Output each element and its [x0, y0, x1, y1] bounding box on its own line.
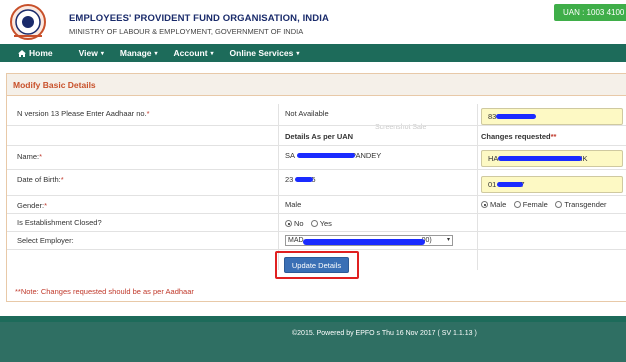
radio-selected-icon	[481, 201, 488, 208]
current-details-header: Details As per UAN	[285, 132, 354, 141]
panel-title: Modify Basic Details	[7, 74, 626, 96]
establishment-option-label: Yes	[319, 219, 332, 228]
home-icon	[18, 49, 26, 57]
update-details-button[interactable]: Update Details	[284, 257, 349, 273]
required-star: *	[39, 152, 43, 161]
nav-account-label: Account	[173, 48, 208, 58]
aadhaar-label: N version 13 Please Enter Aadhaar no.*	[17, 109, 150, 118]
dob-label: Date of Birth:*	[17, 175, 64, 184]
column-header-row: Details As per UAN Changes requested**	[7, 126, 626, 146]
radio-icon	[310, 220, 318, 227]
dob-input[interactable]: 017	[481, 176, 623, 193]
name-label: Name:*	[17, 152, 42, 161]
name-input[interactable]: HA IK	[481, 150, 623, 167]
redaction-mark	[303, 239, 425, 245]
redaction-mark	[498, 156, 582, 161]
update-highlight-box: Update Details	[275, 251, 359, 279]
radio-icon	[555, 201, 563, 208]
aadhaar-input[interactable]: 83	[481, 108, 623, 125]
dob-label-text: Date of Birth:	[17, 175, 61, 184]
gender-option-label: Female	[522, 200, 548, 209]
aadhaar-current: Not Available	[285, 109, 329, 118]
redaction-mark	[297, 153, 355, 158]
radio-icon	[513, 201, 521, 208]
redaction-mark	[497, 182, 523, 187]
chevron-down-icon: ▾	[296, 50, 300, 57]
name-input-start: HA	[488, 154, 499, 163]
establishment-row: Is Establishment Closed? No Yes	[7, 214, 626, 232]
radio-selected-icon	[285, 220, 292, 227]
gender-radio-female[interactable]: Female	[513, 200, 548, 209]
nav-view-label: View	[78, 48, 98, 58]
footer-text: ©2015. Powered by EPFO s Thu 16 Nov 2017…	[292, 330, 477, 337]
employer-select-start: MAD	[288, 237, 304, 244]
nav-online-services[interactable]: Online Services ▾	[230, 48, 300, 58]
establishment-options: No Yes	[285, 219, 337, 229]
establishment-label: Is Establishment Closed?	[17, 218, 102, 227]
name-current-end: PANDEY	[351, 151, 382, 160]
gender-options: Male Female Transgender	[481, 200, 612, 210]
nav-account[interactable]: Account ▾	[174, 48, 214, 58]
name-row: Name:* SA PANDEY HA IK	[7, 146, 626, 170]
changes-requested-text: Changes requested	[481, 132, 551, 141]
gender-radio-transgender[interactable]: Transgender	[555, 200, 607, 209]
gender-label: Gender:*	[17, 201, 47, 210]
required-star: *	[44, 201, 48, 210]
site-footer: ©2015. Powered by EPFO s Thu 16 Nov 2017…	[0, 322, 626, 362]
org-name: EMPLOYEES' PROVIDENT FUND ORGANISATION, …	[69, 13, 329, 24]
aadhaar-label-text: N version 13 Please Enter Aadhaar no.	[17, 109, 147, 118]
changes-requested-header: Changes requested**	[481, 132, 556, 141]
gender-current: Male	[285, 200, 302, 209]
main-nav: Home View ▾ Manage ▾ Account ▾ Online Servi…	[0, 44, 626, 62]
nav-view[interactable]: View ▾	[79, 48, 104, 58]
nav-online-services-label: Online Services	[229, 48, 294, 58]
ministry-name: MINISTRY OF LABOUR & EMPLOYMENT, GOVERNM…	[69, 27, 304, 36]
gender-row: Gender:* Male Male Female Transgender	[7, 196, 626, 214]
gender-option-label: Male	[490, 200, 507, 209]
name-label-text: Name:	[17, 152, 40, 161]
chevron-down-icon: ▾	[154, 50, 158, 57]
required-star: *	[60, 175, 64, 184]
required-star: **	[550, 132, 557, 141]
establishment-radio-yes[interactable]: Yes	[310, 219, 332, 228]
dob-input-start: 01	[488, 180, 497, 189]
nav-home[interactable]: Home	[18, 48, 53, 58]
modify-details-panel: Modify Basic Details Screenshot Sale N v…	[6, 73, 626, 302]
dob-current-start: 23	[285, 175, 294, 184]
employer-label: Select Employer:	[17, 236, 74, 245]
dob-row: Date of Birth:* 235 017	[7, 170, 626, 196]
name-current-start: SA	[285, 151, 296, 160]
establishment-radio-no[interactable]: No	[285, 219, 304, 228]
epfo-logo-icon	[10, 4, 46, 40]
nav-manage[interactable]: Manage ▾	[120, 48, 158, 58]
site-header: EMPLOYEES' PROVIDENT FUND ORGANISATION, …	[0, 0, 626, 44]
establishment-option-label: No	[294, 219, 304, 228]
gender-label-text: Gender:	[17, 201, 45, 210]
employer-row: Select Employer: MAD 00) ▾	[7, 232, 626, 250]
chevron-down-icon: ▾	[446, 237, 450, 243]
chevron-down-icon: ▾	[210, 50, 214, 57]
redaction-mark	[496, 114, 536, 119]
nav-manage-label: Manage	[119, 48, 152, 58]
gender-option-label: Transgender	[564, 200, 607, 209]
uan-badge: UAN : 1003 4100	[554, 4, 626, 21]
nav-home-label: Home	[29, 48, 53, 58]
chevron-down-icon: ▾	[100, 50, 104, 57]
redaction-mark	[295, 177, 313, 182]
aadhaar-row: N version 13 Please Enter Aadhaar no.* N…	[7, 104, 626, 126]
gender-radio-male[interactable]: Male	[481, 200, 506, 209]
aadhaar-note: **Note: Changes requested should be as p…	[15, 287, 194, 296]
required-star: *	[146, 109, 150, 118]
